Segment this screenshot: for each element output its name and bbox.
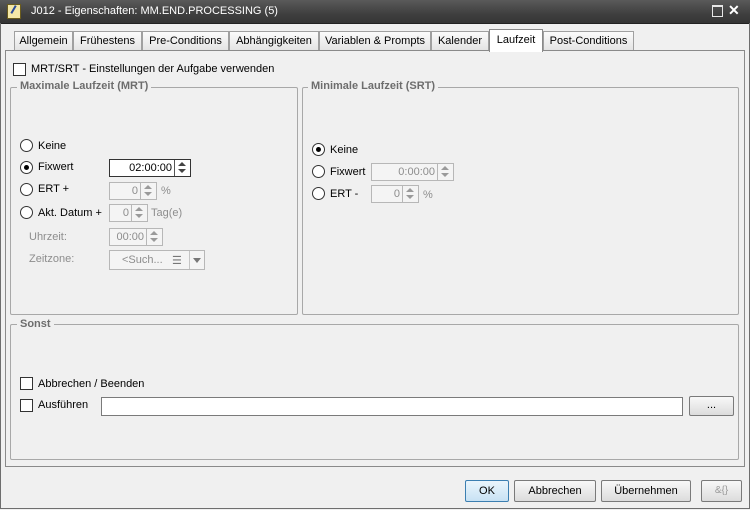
mrt-zeitzone-label: Zeitzone: [29, 253, 75, 265]
mrt-keine-label: Keine [38, 140, 67, 152]
spinner-arrows-icon[interactable] [140, 183, 156, 199]
ausfuehren-checkbox[interactable] [20, 399, 33, 412]
spinner-arrows-icon[interactable] [437, 164, 453, 180]
srt-fixwert-spinner[interactable]: 0:00:00 [371, 163, 454, 181]
dropdown-arrow-icon[interactable] [189, 251, 205, 269]
use-task-settings-label: MRT/SRT - Einstellungen der Aufgabe verw… [31, 63, 275, 75]
mrt-uhrzeit-label: Uhrzeit: [29, 231, 67, 243]
srt-ert-label: ERT - [330, 188, 359, 200]
ok-button[interactable]: OK [465, 480, 509, 502]
sonst-group [10, 324, 739, 460]
tab-abhaengigkeiten[interactable]: Abhängigkeiten [229, 31, 319, 50]
restore-button[interactable] [712, 5, 723, 17]
ausfuehren-label: Ausführen [38, 399, 89, 411]
mrt-fixwert-label: Fixwert [38, 161, 74, 173]
abbrechen-label: Abbrechen / Beenden [38, 378, 145, 390]
mrt-keine-radio[interactable] [20, 139, 33, 152]
tab-allgemein[interactable]: Allgemein [14, 31, 73, 50]
srt-ert-radio[interactable] [312, 187, 325, 200]
ausfuehren-input[interactable] [101, 397, 683, 416]
mrt-ert-radio[interactable] [20, 183, 33, 196]
spinner-arrows-icon[interactable] [174, 160, 190, 176]
spinner-arrows-icon[interactable] [131, 205, 147, 221]
app-icon [7, 4, 21, 19]
srt-group [302, 87, 739, 315]
cancel-button[interactable]: Abbrechen [514, 480, 596, 502]
mrt-akt-datum-value: 0 [122, 207, 129, 219]
mrt-zeitzone-combo[interactable]: <Such... ☰ [109, 250, 205, 270]
mrt-akt-datum-unit: Tag(e) [151, 207, 183, 219]
mrt-uhrzeit-value: 00:00 [116, 231, 144, 243]
srt-group-title: Minimale Laufzeit (SRT) [308, 80, 439, 92]
srt-ert-value: 0 [393, 188, 400, 200]
mrt-fixwert-radio[interactable] [20, 161, 33, 174]
mrt-group [10, 87, 298, 315]
srt-keine-radio[interactable] [312, 143, 325, 156]
spinner-arrows-icon[interactable] [146, 229, 162, 245]
mrt-akt-datum-label: Akt. Datum + [38, 207, 102, 219]
apply-button[interactable]: Übernehmen [601, 480, 691, 502]
mrt-group-title: Maximale Laufzeit (MRT) [17, 80, 152, 92]
tab-variablen-prompts[interactable]: Variablen & Prompts [319, 31, 431, 50]
spinner-arrows-icon[interactable] [402, 186, 418, 202]
use-task-settings-checkbox[interactable] [13, 63, 26, 76]
tab-post-conditions[interactable]: Post-Conditions [543, 31, 634, 50]
mrt-ert-spinner[interactable]: 0 [109, 182, 157, 200]
mrt-akt-datum-radio[interactable] [20, 206, 33, 219]
srt-fixwert-radio[interactable] [312, 165, 325, 178]
tab-fruehestens[interactable]: Frühestens [73, 31, 142, 50]
abbrechen-checkbox[interactable] [20, 377, 33, 390]
close-button[interactable]: ✕ [728, 2, 740, 18]
tab-kalender[interactable]: Kalender [431, 31, 489, 50]
mrt-ert-value: 0 [131, 185, 138, 197]
sonst-group-title: Sonst [17, 318, 54, 330]
tab-laufzeit[interactable]: Laufzeit [489, 29, 543, 52]
browse-button[interactable]: ... [689, 396, 734, 416]
srt-fixwert-label: Fixwert [330, 166, 366, 178]
srt-ert-spinner[interactable]: 0 [371, 185, 419, 203]
mrt-ert-label: ERT + [38, 183, 70, 195]
mrt-zeitzone-value: <Such... [122, 254, 163, 266]
mrt-akt-datum-spinner[interactable]: 0 [109, 204, 148, 222]
mrt-fixwert-spinner[interactable]: 02:00:00 [109, 159, 191, 177]
srt-fixwert-value: 0:00:00 [398, 166, 435, 178]
srt-ert-unit: % [423, 189, 433, 201]
mrt-uhrzeit-spinner[interactable]: 00:00 [109, 228, 163, 246]
variables-icon-button[interactable]: &{} [701, 480, 742, 502]
tab-pre-conditions[interactable]: Pre-Conditions [142, 31, 229, 50]
variables-icon: &{} [714, 485, 729, 496]
mrt-ert-unit: % [161, 185, 171, 197]
srt-keine-label: Keine [330, 144, 359, 156]
window-title: J012 - Eigenschaften: MM.END.PROCESSING … [31, 5, 278, 17]
mrt-fixwert-value: 02:00:00 [129, 162, 172, 174]
list-icon[interactable]: ☰ [172, 254, 182, 267]
